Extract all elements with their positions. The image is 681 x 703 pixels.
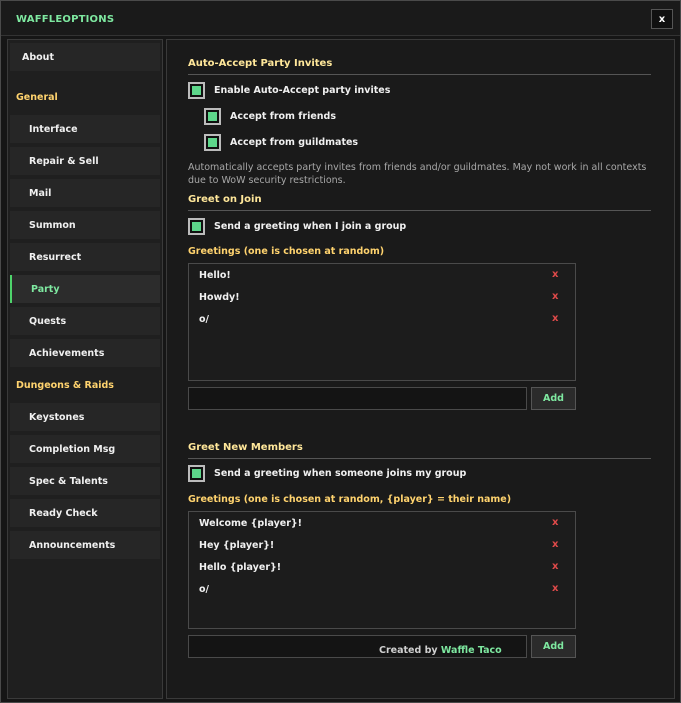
sidebar-item-label: Party (31, 284, 60, 295)
sidebar-item-label: Keystones (29, 412, 85, 423)
credit-line: Created by Waffle Taco (379, 645, 502, 656)
list-item: Hello! x (189, 266, 577, 286)
sidebar-item-announcements[interactable]: Announcements (10, 531, 160, 559)
remove-greeting-button[interactable]: x (552, 583, 558, 594)
sidebar: About General Interface Repair & Sell Ma… (7, 39, 163, 699)
add-member-greeting-button[interactable]: Add (531, 635, 576, 658)
list-item: o/ x (189, 310, 577, 330)
sidebar-item-spec-talents[interactable]: Spec & Talents (10, 467, 160, 495)
sidebar-item-label: Interface (29, 124, 78, 135)
accept-guildmates-checkbox[interactable] (204, 134, 221, 151)
sidebar-item-label: Resurrect (29, 252, 82, 263)
sidebar-item-completion-msg[interactable]: Completion Msg (10, 435, 160, 463)
accept-guildmates-label: Accept from guildmates (230, 137, 359, 148)
greet-new-members-checkbox[interactable] (188, 465, 205, 482)
section-divider (188, 210, 651, 211)
greeting-text: Howdy! (199, 292, 240, 303)
greet-new-members-label: Send a greeting when someone joins my gr… (214, 468, 467, 479)
list-item: Hey {player}! x (189, 536, 577, 556)
window-title: WAFFLEOPTIONS (16, 14, 115, 25)
sidebar-item-label: Ready Check (29, 508, 98, 519)
greeting-text: Hello {player}! (199, 562, 282, 573)
remove-greeting-button[interactable]: x (552, 539, 558, 550)
created-by-label: Created by (379, 645, 438, 656)
sidebar-item-ready-check[interactable]: Ready Check (10, 499, 160, 527)
add-join-greeting-button[interactable]: Add (531, 387, 576, 410)
sidebar-item-about[interactable]: About (10, 43, 160, 71)
section-divider (188, 74, 651, 75)
author-name: Waffle Taco (440, 645, 502, 656)
sidebar-header-general[interactable]: General (16, 92, 58, 103)
list-item: Hello {player}! x (189, 558, 577, 578)
member-greetings-list-label: Greetings (one is chosen at random, {pla… (188, 494, 512, 505)
options-window: WAFFLEOPTIONS x About General Interface … (0, 0, 681, 703)
greetings-list-label: Greetings (one is chosen at random) (188, 246, 385, 257)
sidebar-item-label: Spec & Talents (29, 476, 108, 487)
sidebar-item-interface[interactable]: Interface (10, 115, 160, 143)
join-greeting-input[interactable] (188, 387, 527, 410)
sidebar-item-label: Summon (29, 220, 76, 231)
list-item: Howdy! x (189, 288, 577, 308)
close-button[interactable]: x (651, 9, 673, 29)
sidebar-header-dungeons-raids[interactable]: Dungeons & Raids (16, 380, 114, 391)
list-item: Welcome {player}! x (189, 514, 577, 534)
remove-greeting-button[interactable]: x (552, 517, 558, 528)
sidebar-item-label: Quests (29, 316, 67, 327)
remove-greeting-button[interactable]: x (552, 561, 558, 572)
sidebar-item-repair-sell[interactable]: Repair & Sell (10, 147, 160, 175)
party-settings-panel: Auto-Accept Party Invites Enable Auto-Ac… (166, 39, 675, 699)
sidebar-item-achievements[interactable]: Achievements (10, 339, 160, 367)
sidebar-item-label: Repair & Sell (29, 156, 99, 167)
sidebar-item-mail[interactable]: Mail (10, 179, 160, 207)
sidebar-item-keystones[interactable]: Keystones (10, 403, 160, 431)
greeting-text: Hello! (199, 270, 231, 281)
sidebar-item-label: Completion Msg (29, 444, 116, 455)
auto-accept-description: Automatically accepts party invites from… (188, 162, 647, 186)
sidebar-item-summon[interactable]: Summon (10, 211, 160, 239)
greeting-text: o/ (199, 314, 209, 325)
greeting-text: Welcome {player}! (199, 518, 303, 529)
section-divider (188, 458, 651, 459)
sidebar-item-label: About (22, 52, 54, 63)
remove-greeting-button[interactable]: x (552, 291, 558, 302)
title-bar[interactable]: WAFFLEOPTIONS x (1, 1, 680, 36)
greeting-text: Hey {player}! (199, 540, 275, 551)
list-item: o/ x (189, 580, 577, 600)
greet-on-join-label: Send a greeting when I join a group (214, 221, 407, 232)
section-title-auto-accept: Auto-Accept Party Invites (188, 58, 333, 69)
remove-greeting-button[interactable]: x (552, 269, 558, 280)
accept-friends-label: Accept from friends (230, 111, 336, 122)
enable-auto-accept-checkbox[interactable] (188, 82, 205, 99)
join-greetings-list[interactable]: Hello! x Howdy! x o/ x (188, 263, 576, 381)
enable-auto-accept-label: Enable Auto-Accept party invites (214, 85, 391, 96)
member-greetings-list[interactable]: Welcome {player}! x Hey {player}! x Hell… (188, 511, 576, 629)
accept-friends-checkbox[interactable] (204, 108, 221, 125)
sidebar-item-label: Achievements (29, 348, 105, 359)
sidebar-item-label: Announcements (29, 540, 116, 551)
sidebar-item-label: Mail (29, 188, 52, 199)
greet-on-join-checkbox[interactable] (188, 218, 205, 235)
remove-greeting-button[interactable]: x (552, 313, 558, 324)
sidebar-item-quests[interactable]: Quests (10, 307, 160, 335)
sidebar-item-party[interactable]: Party (10, 275, 160, 303)
section-title-greet-on-join: Greet on Join (188, 194, 262, 205)
greeting-text: o/ (199, 584, 209, 595)
sidebar-item-resurrect[interactable]: Resurrect (10, 243, 160, 271)
section-title-greet-new-members: Greet New Members (188, 442, 303, 453)
